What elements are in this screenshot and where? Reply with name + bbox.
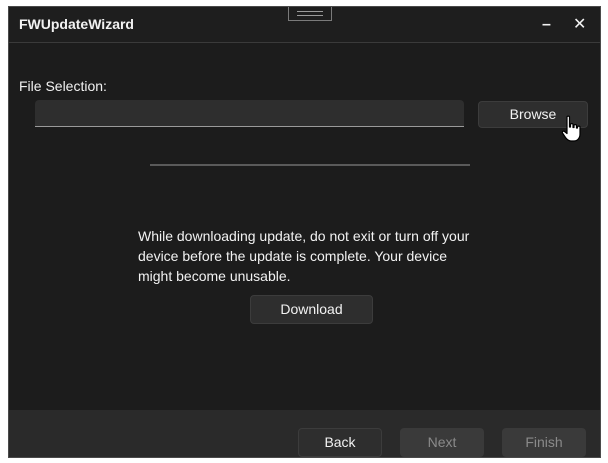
minimize-button[interactable]: – <box>542 15 551 35</box>
download-button[interactable]: Download <box>250 295 373 324</box>
window-title: FWUpdateWizard <box>19 16 134 32</box>
back-button[interactable]: Back <box>298 428 382 457</box>
title-bar[interactable]: FWUpdateWizard – ✕ <box>9 7 600 43</box>
download-progress-bar <box>150 164 470 166</box>
drag-handle-icon[interactable] <box>288 7 332 21</box>
wizard-footer: Back Next Finish <box>9 410 600 457</box>
fw-update-wizard-window: FWUpdateWizard – ✕ File Selection: Brows… <box>8 6 601 458</box>
hand-pointer-icon <box>561 115 581 142</box>
next-button[interactable]: Next <box>400 428 484 457</box>
warning-text: While downloading update, do not exit or… <box>138 228 470 284</box>
file-path-input[interactable] <box>35 100 464 127</box>
file-selection-label: File Selection: <box>19 78 107 94</box>
finish-button[interactable]: Finish <box>502 428 586 457</box>
close-button[interactable]: ✕ <box>573 15 586 35</box>
